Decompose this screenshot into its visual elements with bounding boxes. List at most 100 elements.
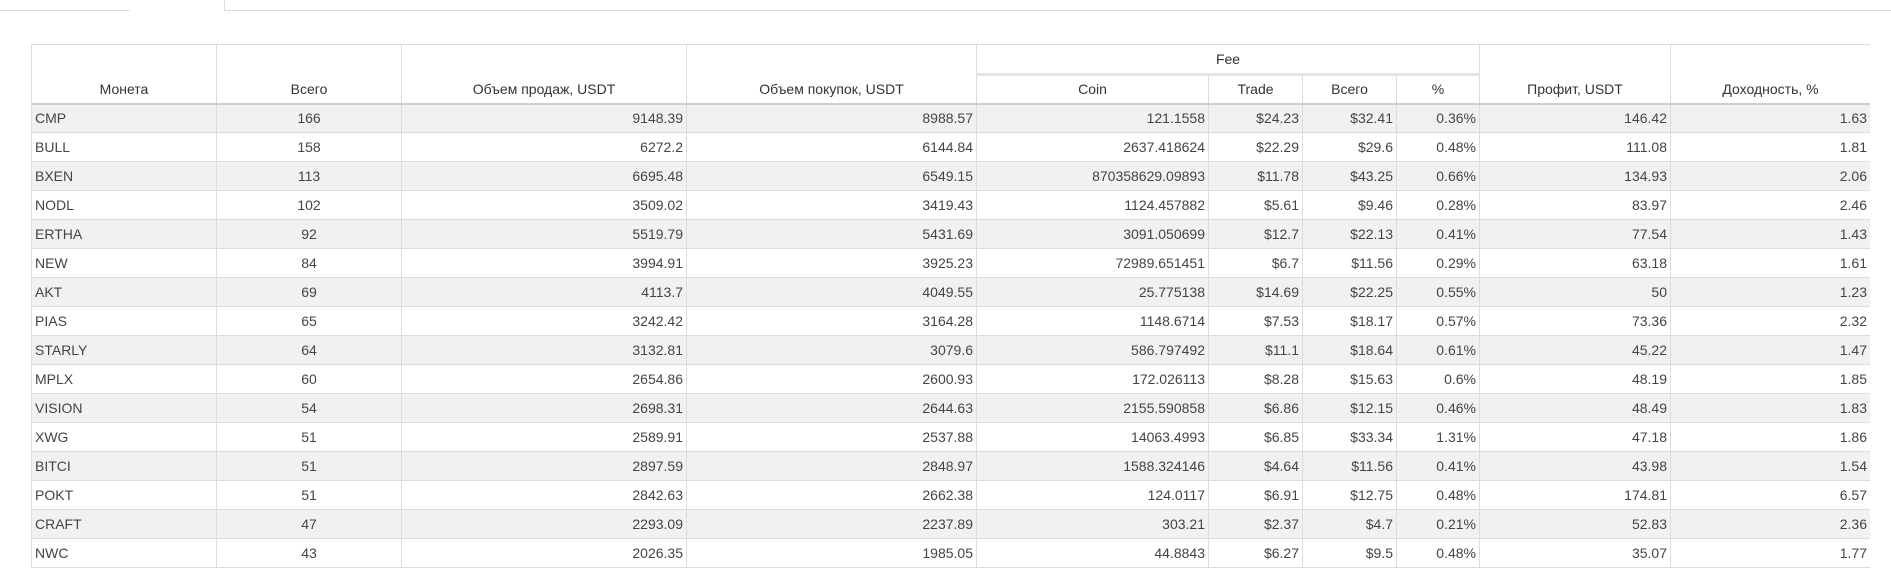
tab-2-active[interactable] bbox=[130, 0, 224, 11]
cell-profit: 111.08 bbox=[1479, 132, 1671, 162]
cell-profit: 77.54 bbox=[1479, 219, 1671, 249]
cell-fee-coin: 2155.590858 bbox=[976, 393, 1209, 423]
cell-coin: BITCI bbox=[31, 451, 217, 481]
cell-yield: 2.06 bbox=[1670, 161, 1870, 191]
cell-total: 47 bbox=[216, 509, 402, 539]
cell-fee-total: $9.46 bbox=[1302, 190, 1397, 220]
cell-coin: NODL bbox=[31, 190, 217, 220]
cell-buy-volume: 8988.57 bbox=[686, 103, 977, 133]
cell-yield: 1.85 bbox=[1670, 364, 1870, 394]
table-row[interactable]: BXEN 113 6695.48 6549.15 870358629.09893 $11.… bbox=[31, 161, 1870, 191]
cell-yield: 1.86 bbox=[1670, 422, 1870, 452]
cell-yield: 1.63 bbox=[1670, 103, 1870, 133]
tab-1[interactable] bbox=[0, 0, 131, 11]
table-row[interactable]: BITCI 51 2897.59 2848.97 1588.324146 $4.64 $11… bbox=[31, 451, 1870, 481]
cell-sell-volume: 2654.86 bbox=[401, 364, 687, 394]
cell-total: 51 bbox=[216, 480, 402, 510]
table-row[interactable]: NODL 102 3509.02 3419.43 1124.457882 $5.61 $9.… bbox=[31, 190, 1870, 220]
column-header-yield[interactable]: Доходность, % bbox=[1670, 44, 1870, 105]
column-header-fee-trade[interactable]: Trade bbox=[1208, 74, 1303, 105]
column-header-sell-volume[interactable]: Объем продаж, USDT bbox=[401, 44, 687, 105]
cell-sell-volume: 3132.81 bbox=[401, 335, 687, 365]
cell-fee-coin: 121.1558 bbox=[976, 103, 1209, 133]
table-row[interactable]: PIAS 65 3242.42 3164.28 1148.6714 $7.53 $18.17… bbox=[31, 306, 1870, 336]
cell-profit: 83.97 bbox=[1479, 190, 1671, 220]
cell-fee-percent: 0.57% bbox=[1396, 306, 1480, 336]
cell-sell-volume: 2293.09 bbox=[401, 509, 687, 539]
cell-fee-total: $18.64 bbox=[1302, 335, 1397, 365]
cell-fee-coin: 3091.050699 bbox=[976, 219, 1209, 249]
table-row[interactable]: XWG 51 2589.91 2537.88 14063.4993 $6.85 $33.34… bbox=[31, 422, 1870, 452]
table-row[interactable]: CRAFT 47 2293.09 2237.89 303.21 $2.37 $4.7 0.21… bbox=[31, 509, 1870, 539]
cell-fee-percent: 0.48% bbox=[1396, 132, 1480, 162]
statistics-table: Монета Всего Объем продаж, USDT Объем по… bbox=[31, 44, 1870, 568]
table-row[interactable]: POKT 51 2842.63 2662.38 124.0117 $6.91 $12.75 0… bbox=[31, 480, 1870, 510]
table-row[interactable]: ERTHA 92 5519.79 5431.69 3091.050699 $12.7 $22… bbox=[31, 219, 1870, 249]
cell-fee-trade: $22.29 bbox=[1208, 132, 1303, 162]
cell-profit: 52.83 bbox=[1479, 509, 1671, 539]
table-row[interactable]: BULL 158 6272.2 6144.84 2637.418624 $22.29 $29… bbox=[31, 132, 1870, 162]
cell-fee-trade: $6.85 bbox=[1208, 422, 1303, 452]
cell-fee-trade: $6.91 bbox=[1208, 480, 1303, 510]
cell-yield: 1.54 bbox=[1670, 451, 1870, 481]
cell-total: 64 bbox=[216, 335, 402, 365]
cell-fee-trade: $2.37 bbox=[1208, 509, 1303, 539]
cell-yield: 1.61 bbox=[1670, 248, 1870, 278]
cell-fee-coin: 870358629.09893 bbox=[976, 161, 1209, 191]
cell-coin: BXEN bbox=[31, 161, 217, 191]
cell-fee-percent: 0.66% bbox=[1396, 161, 1480, 191]
cell-buy-volume: 3079.6 bbox=[686, 335, 977, 365]
cell-coin: XWG bbox=[31, 422, 217, 452]
cell-coin: CMP bbox=[31, 103, 217, 133]
cell-yield: 1.77 bbox=[1670, 538, 1870, 568]
column-header-fee-coin[interactable]: Coin bbox=[976, 74, 1209, 105]
column-header-buy-volume[interactable]: Объем покупок, USDT bbox=[686, 44, 977, 105]
column-header-total[interactable]: Всего bbox=[216, 44, 402, 105]
cell-fee-coin: 72989.651451 bbox=[976, 248, 1209, 278]
cell-total: 92 bbox=[216, 219, 402, 249]
cell-sell-volume: 3242.42 bbox=[401, 306, 687, 336]
cell-sell-volume: 2026.35 bbox=[401, 538, 687, 568]
cell-buy-volume: 5431.69 bbox=[686, 219, 977, 249]
cell-yield: 1.47 bbox=[1670, 335, 1870, 365]
cell-fee-total: $12.15 bbox=[1302, 393, 1397, 423]
cell-total: 102 bbox=[216, 190, 402, 220]
cell-fee-coin: 44.8843 bbox=[976, 538, 1209, 568]
cell-total: 69 bbox=[216, 277, 402, 307]
cell-yield: 1.81 bbox=[1670, 132, 1870, 162]
table-row[interactable]: CMP 166 9148.39 8988.57 121.1558 $24.23 $32.41… bbox=[31, 103, 1870, 133]
cell-yield: 2.46 bbox=[1670, 190, 1870, 220]
cell-total: 166 bbox=[216, 103, 402, 133]
table-row[interactable]: STARLY 64 3132.81 3079.6 586.797492 $11.1 $18.… bbox=[31, 335, 1870, 365]
cell-fee-coin: 1148.6714 bbox=[976, 306, 1209, 336]
cell-fee-percent: 0.61% bbox=[1396, 335, 1480, 365]
cell-coin: PIAS bbox=[31, 306, 217, 336]
table-row[interactable]: VISION 54 2698.31 2644.63 2155.590858 $6.86 $1… bbox=[31, 393, 1870, 423]
column-header-coin[interactable]: Монета bbox=[31, 44, 217, 105]
cell-fee-trade: $24.23 bbox=[1208, 103, 1303, 133]
cell-coin: CRAFT bbox=[31, 509, 217, 539]
table-row[interactable]: NWC 43 2026.35 1985.05 44.8843 $6.27 $9.5 0.48%… bbox=[31, 538, 1870, 568]
cell-fee-total: $12.75 bbox=[1302, 480, 1397, 510]
cell-fee-coin: 172.026113 bbox=[976, 364, 1209, 394]
table-row[interactable]: AKT 69 4113.7 4049.55 25.775138 $14.69 $22.25 0… bbox=[31, 277, 1870, 307]
table-row[interactable]: NEW 84 3994.91 3925.23 72989.651451 $6.7 $11.5… bbox=[31, 248, 1870, 278]
cell-sell-volume: 2698.31 bbox=[401, 393, 687, 423]
cell-fee-trade: $14.69 bbox=[1208, 277, 1303, 307]
cell-buy-volume: 2537.88 bbox=[686, 422, 977, 452]
cell-total: 113 bbox=[216, 161, 402, 191]
cell-fee-total: $22.25 bbox=[1302, 277, 1397, 307]
cell-buy-volume: 2644.63 bbox=[686, 393, 977, 423]
column-header-fee-percent[interactable]: % bbox=[1396, 74, 1480, 105]
cell-sell-volume: 6695.48 bbox=[401, 161, 687, 191]
table-row[interactable]: MPLX 60 2654.86 2600.93 172.026113 $8.28 $15.6… bbox=[31, 364, 1870, 394]
table-body: CMP 166 9148.39 8988.57 121.1558 $24.23 $32.41… bbox=[31, 103, 1870, 568]
cell-fee-trade: $11.78 bbox=[1208, 161, 1303, 191]
cell-coin: NEW bbox=[31, 248, 217, 278]
cell-profit: 63.18 bbox=[1479, 248, 1671, 278]
column-header-fee-total[interactable]: Всего bbox=[1302, 74, 1397, 105]
cell-coin: ERTHA bbox=[31, 219, 217, 249]
column-header-profit[interactable]: Профит, USDT bbox=[1479, 44, 1671, 105]
cell-profit: 134.93 bbox=[1479, 161, 1671, 191]
cell-profit: 174.81 bbox=[1479, 480, 1671, 510]
